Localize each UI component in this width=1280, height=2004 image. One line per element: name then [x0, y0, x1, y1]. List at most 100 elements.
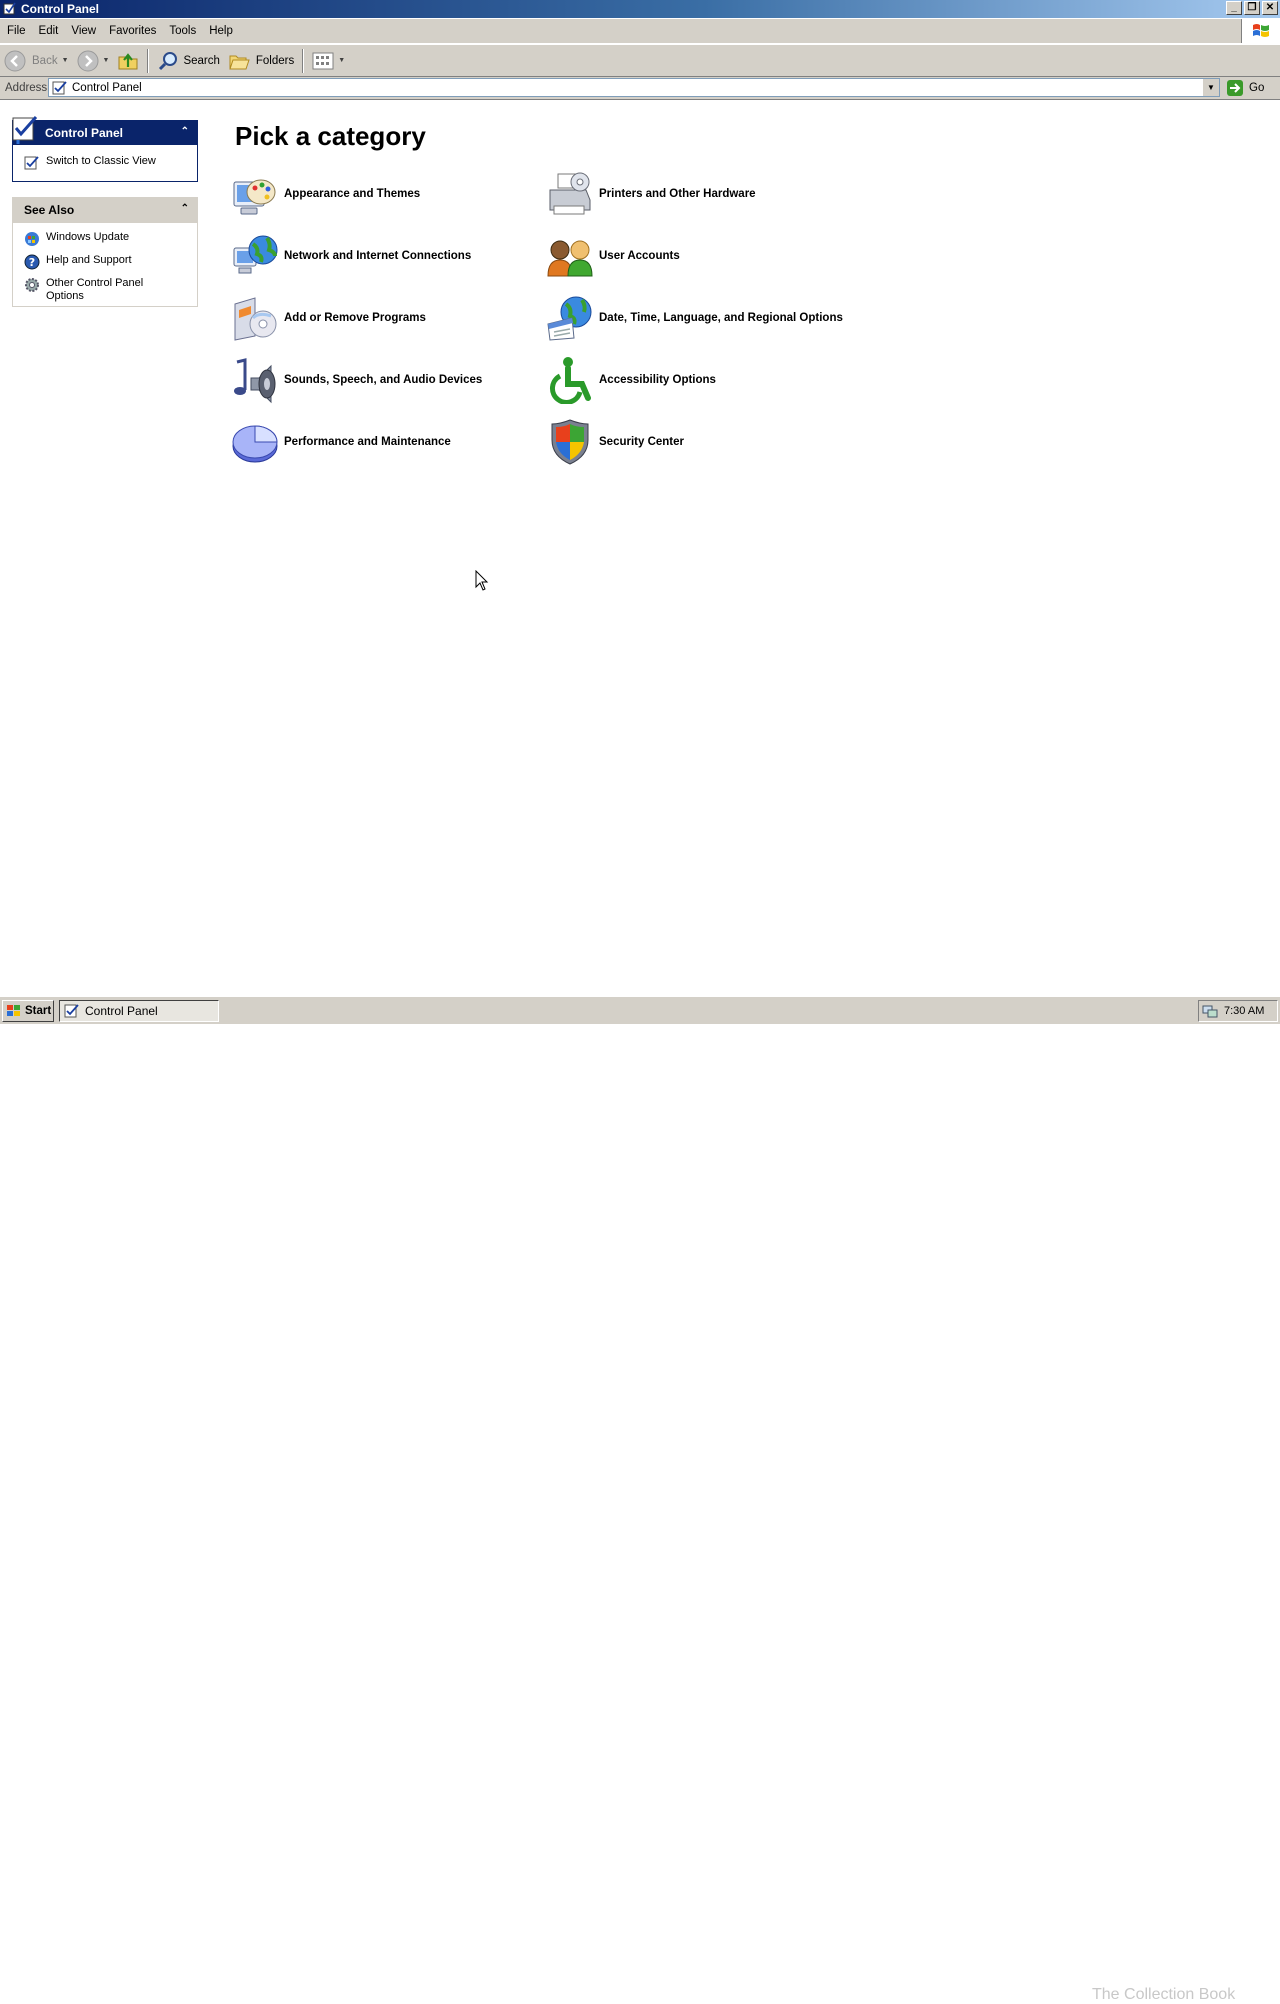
category-label: Security Center [599, 436, 685, 448]
title-bar: Control Panel _ ❐ ✕ [0, 0, 1280, 18]
category-accessibility-options[interactable]: Accessibility Options [546, 356, 716, 404]
toolbar-separator [302, 48, 305, 73]
category-label: Network and Internet Connections [284, 250, 472, 262]
back-dropdown-icon[interactable]: ▼ [62, 57, 69, 64]
see-also-taskbox: See Also ⌃ Windows Update ? Help and Sup… [12, 197, 198, 307]
category-label: Appearance and Themes [284, 188, 421, 200]
category-label: Sounds, Speech, and Audio Devices [284, 374, 483, 386]
menu-favorites[interactable]: Favorites [102, 25, 162, 37]
back-button[interactable]: Back ▼ [0, 48, 73, 74]
folders-button[interactable]: Folders [224, 48, 298, 74]
toolbar: Back ▼ ▼ Search Folders ▼ [0, 44, 1280, 77]
network-tray-icon[interactable] [1202, 1003, 1218, 1019]
go-arrow-icon [1227, 80, 1243, 96]
forward-arrow-icon [77, 50, 99, 71]
back-label: Back [32, 54, 58, 67]
restore-button[interactable]: ❐ [1244, 1, 1260, 15]
control-panel-icon [64, 1004, 79, 1018]
menu-tools[interactable]: Tools [162, 25, 202, 37]
collapse-icon[interactable]: ⌃ [181, 126, 189, 137]
window-title: Control Panel [21, 2, 100, 16]
switch-view-label: Switch to Classic View [46, 155, 156, 167]
start-button[interactable]: Start [2, 1000, 54, 1022]
control-panel-icon [3, 2, 16, 15]
see-also-header[interactable]: See Also ⌃ [13, 198, 197, 223]
windows-logo [1241, 19, 1280, 43]
watermark-text: The Collection Book [1092, 1986, 1236, 2003]
category-performance-and-maintenance[interactable]: Performance and Maintenance [231, 418, 451, 466]
category-network-and-internet-connections[interactable]: Network and Internet Connections [231, 232, 471, 280]
folders-label: Folders [255, 54, 295, 67]
system-tray: 7:30 AM [1198, 1000, 1278, 1022]
menu-file[interactable]: File [0, 25, 32, 37]
back-arrow-icon [4, 50, 26, 71]
close-icon: ✕ [1265, 2, 1275, 13]
appearance-themes-icon [233, 179, 276, 215]
category-user-accounts[interactable]: User Accounts [546, 232, 680, 280]
category-appearance-and-themes[interactable]: Appearance and Themes [231, 170, 420, 218]
search-button[interactable]: Search [153, 48, 223, 74]
control-panel-taskbox: Control Panel ⌃ Switch to Classic View [12, 116, 198, 182]
go-button[interactable]: Go [1226, 79, 1264, 97]
views-dropdown-icon[interactable]: ▼ [338, 57, 345, 64]
page-title: Pick a category [235, 121, 426, 151]
go-label: Go [1249, 82, 1265, 94]
menu-view[interactable]: View [64, 25, 102, 37]
taskbox-title: Control Panel [45, 126, 124, 140]
address-field[interactable]: Control Panel ▼ [48, 78, 1220, 97]
minimize-button[interactable]: _ [1226, 1, 1242, 15]
collapse-icon[interactable]: ⌃ [181, 203, 189, 214]
windows-update-label: Windows Update [46, 231, 130, 243]
taskbar-item-control-panel[interactable]: Control Panel [59, 1000, 219, 1022]
switch-view-icon [24, 156, 39, 170]
address-dropdown-button[interactable]: ▼ [1202, 79, 1219, 96]
taskbar-item-label: Control Panel [85, 1004, 158, 1018]
views-button[interactable]: ▼ [308, 48, 349, 74]
gear-icon [25, 278, 39, 292]
category-sounds-speech-and-audio-devices[interactable]: Sounds, Speech, and Audio Devices [231, 356, 482, 404]
toolbar-separator [147, 48, 150, 73]
help-and-support-link[interactable]: ? Help and Support [13, 254, 197, 270]
category-label: Performance and Maintenance [284, 436, 451, 448]
minimize-icon: _ [1231, 2, 1237, 13]
search-label: Search [183, 54, 220, 67]
category-date-time-language-regional-options[interactable]: Date, Time, Language, and Regional Optio… [546, 294, 843, 342]
other-control-panel-options-link[interactable]: Other Control Panel Options [13, 277, 197, 303]
start-label: Start [25, 1005, 52, 1017]
windows-flag-icon [7, 1005, 20, 1016]
switch-to-classic-view-link[interactable]: Switch to Classic View [13, 155, 197, 171]
menu-bar: File Edit View Favorites Tools Help [0, 19, 1280, 44]
printer-icon [549, 172, 591, 215]
add-remove-programs-icon [234, 297, 277, 341]
category-label: Add or Remove Programs [284, 312, 426, 324]
windows-update-link[interactable]: Windows Update [13, 231, 197, 247]
sound-speaker-icon [234, 358, 276, 404]
category-label: Printers and Other Hardware [599, 188, 756, 200]
windows-flag-icon [1253, 24, 1269, 37]
forward-button[interactable]: ▼ [73, 48, 114, 74]
address-bar: Address Control Panel ▼ Go [0, 77, 1280, 100]
control-panel-taskbox-header[interactable]: Control Panel ⌃ [12, 116, 197, 145]
address-value: Control Panel [72, 81, 142, 94]
category-printers-and-other-hardware[interactable]: Printers and Other Hardware [546, 170, 756, 218]
see-also-title: See Also [24, 203, 75, 217]
control-panel-icon [52, 80, 67, 94]
performance-pie-icon [232, 425, 278, 463]
clock[interactable]: 7:30 AM [1224, 1005, 1264, 1017]
restore-icon: ❐ [1247, 2, 1257, 13]
help-and-support-label: Help and Support [46, 254, 132, 266]
forward-dropdown-icon[interactable]: ▼ [103, 57, 110, 64]
menu-edit[interactable]: Edit [32, 25, 65, 37]
search-icon [159, 51, 178, 70]
menu-help[interactable]: Help [202, 25, 239, 37]
category-security-center[interactable]: Security Center [546, 418, 684, 466]
close-button[interactable]: ✕ [1262, 1, 1278, 15]
chevron-down-icon: ▼ [1207, 83, 1215, 92]
up-folder-button[interactable] [113, 48, 143, 74]
up-folder-icon [118, 52, 138, 69]
svg-text:?: ? [29, 256, 35, 269]
windows-update-icon [25, 232, 39, 246]
category-add-or-remove-programs[interactable]: Add or Remove Programs [231, 294, 426, 342]
date-time-globe-icon [547, 296, 592, 341]
category-label: User Accounts [599, 250, 680, 262]
